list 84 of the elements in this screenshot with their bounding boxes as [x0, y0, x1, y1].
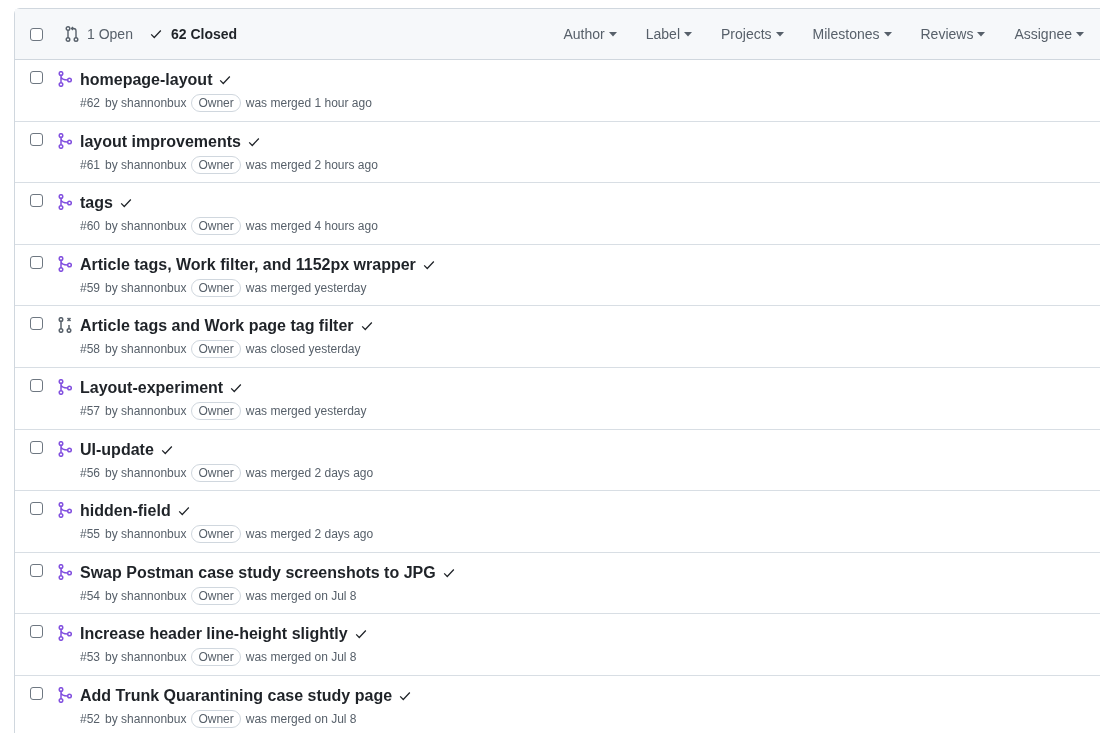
filter-dropdown[interactable]: Author — [563, 23, 617, 45]
pull-request-number: #60 — [80, 218, 101, 236]
pull-request-title[interactable]: UI-update — [80, 439, 154, 460]
checkbox[interactable] — [30, 255, 43, 269]
pull-request-title[interactable]: Article tags and Work page tag filter — [80, 316, 354, 337]
checkbox[interactable] — [30, 686, 43, 700]
merge-icon — [58, 194, 72, 211]
pull-request-title[interactable]: Swap Postman case study screenshots to JPG — [80, 562, 436, 583]
checkbox[interactable] — [30, 625, 43, 639]
checkbox[interactable] — [30, 378, 43, 392]
pull-request-number: #54 — [80, 587, 101, 605]
caret-icon — [1076, 31, 1084, 37]
filter-dropdown[interactable]: Milestones — [812, 23, 892, 45]
author-link[interactable]: by shannonbux — [105, 586, 187, 605]
pull-request-title[interactable]: homepage-layout — [80, 70, 213, 90]
pull-request-number: #62 — [80, 95, 101, 112]
filter-dropdown[interactable]: Assignee — [1014, 23, 1084, 45]
checkbox[interactable] — [30, 132, 43, 146]
merge-icon — [58, 132, 72, 149]
caret-icon — [608, 31, 617, 37]
status-text: was merged 1 hour ago — [245, 95, 372, 112]
checkbox[interactable] — [30, 27, 43, 41]
pull-request-number: #57 — [80, 402, 101, 420]
pull-request-title[interactable]: tags — [80, 193, 113, 214]
checkbox[interactable] — [30, 440, 43, 454]
author-link[interactable]: by shannonbux — [105, 648, 187, 667]
filter-dropdown[interactable]: Reviews — [920, 23, 986, 45]
caret-icon — [684, 31, 692, 37]
pull-request-number: #52 — [80, 710, 101, 728]
pull-request-icon — [65, 26, 79, 42]
author-link[interactable]: by shannonbux — [105, 709, 187, 728]
merge-icon — [58, 686, 72, 703]
author-link[interactable]: by shannonbux — [105, 401, 187, 420]
status-text: was merged on Jul 8 — [245, 649, 357, 667]
check-icon — [148, 27, 163, 41]
merge-icon — [58, 625, 72, 642]
author-link[interactable]: by shannonbux — [105, 463, 187, 482]
status-text: was merged 4 hours ago — [245, 218, 378, 236]
checkbox[interactable] — [30, 563, 43, 577]
merge-icon — [58, 71, 72, 87]
checkbox[interactable] — [30, 502, 43, 516]
author-link[interactable]: by shannonbux — [105, 278, 187, 297]
pull-request-title[interactable]: Article tags, Work filter, and 1152px wrapper — [80, 254, 416, 275]
status-text: was merged yesterday — [245, 279, 367, 297]
merge-icon — [58, 563, 72, 580]
author-link[interactable]: by shannonbux — [105, 94, 187, 112]
status-text: was merged on Jul 8 — [245, 710, 357, 728]
pull-request-title[interactable]: hidden-field — [80, 501, 171, 522]
checkbox[interactable] — [30, 317, 43, 331]
closed-pull-request-icon — [58, 317, 72, 334]
caret-icon — [775, 31, 784, 37]
status-text: was merged on Jul 8 — [245, 587, 357, 605]
check-icon — [218, 73, 233, 87]
author-link[interactable]: by shannonbux — [105, 217, 187, 236]
pull-request-number: #58 — [80, 341, 101, 359]
checkbox[interactable] — [30, 194, 43, 208]
filter-dropdown[interactable]: Label — [645, 23, 692, 45]
pull-request-number: #55 — [80, 526, 101, 544]
merge-icon — [58, 502, 72, 519]
pull-request-title[interactable]: Add Trunk Quarantining case study page — [80, 685, 393, 706]
merge-icon — [58, 255, 72, 272]
state-tab[interactable]: 62 Closed — [148, 23, 238, 45]
pull-request-number: #59 — [80, 279, 101, 297]
status-text: was merged 2 days ago — [245, 464, 374, 482]
status-text: was closed yesterday — [245, 341, 361, 359]
checkbox[interactable] — [30, 71, 43, 84]
author-link[interactable]: by shannonbux — [105, 340, 187, 359]
pull-request-number: #56 — [80, 464, 101, 482]
caret-icon — [977, 31, 986, 37]
state-tab[interactable]: 1 Open — [65, 23, 133, 45]
merge-icon — [58, 378, 72, 395]
pull-request-number: #61 — [80, 156, 101, 174]
caret-icon — [883, 31, 892, 37]
pull-request-number: #53 — [80, 649, 101, 667]
pull-request-title[interactable]: Increase header line-height slightly — [80, 624, 348, 645]
merge-icon — [58, 440, 72, 457]
status-text: was merged 2 days ago — [245, 526, 374, 544]
pull-request-title[interactable]: Layout-experiment — [80, 377, 224, 398]
author-link[interactable]: by shannonbux — [105, 155, 187, 174]
pull-request-title[interactable]: layout improvements — [80, 131, 241, 152]
status-text: was merged 2 hours ago — [245, 156, 378, 174]
status-text: was merged yesterday — [245, 402, 367, 420]
author-link[interactable]: by shannonbux — [105, 525, 187, 544]
filter-dropdown[interactable]: Projects — [721, 23, 784, 45]
